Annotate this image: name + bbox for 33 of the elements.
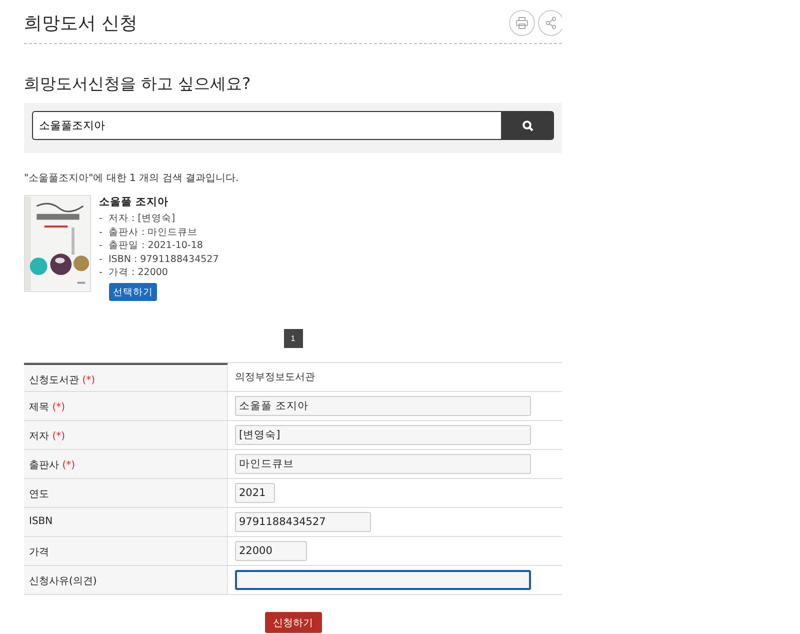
form-label: 신청사유(의견) [24, 566, 228, 594]
printer-icon [515, 16, 529, 30]
form-label: 신청도서관 (*) [24, 363, 228, 391]
input-field[interactable]: 마인드큐브 [235, 454, 531, 474]
form-label: 가격 [24, 537, 228, 565]
page-button[interactable]: 1 [284, 329, 302, 348]
form-label: ISBN [24, 508, 228, 536]
book-detail: - 가격 : 22000 [99, 266, 169, 280]
book-detail: - 저자 : [변영숙] [99, 212, 176, 226]
submit-button[interactable]: 신청하기 [264, 612, 322, 633]
search-field[interactable]: 소울풀조지아 [32, 111, 501, 140]
input-field[interactable]: [변영숙] [235, 425, 531, 445]
book-title: 소울풀 조지아 [99, 195, 170, 209]
book-detail: - 출판사 : 마인드큐브 [99, 226, 199, 239]
form-label: 제목 (*) [24, 392, 228, 420]
result-summary: "소울풀조지아"에 대한 1 개의 검색 결과입니다. [24, 172, 240, 185]
form-label: 저자 (*) [24, 421, 228, 449]
form-label: 출판사 (*) [24, 450, 228, 478]
book-detail: - ISBN : 9791188434527 [99, 252, 219, 266]
input-field[interactable]: 9791188434527 [235, 512, 371, 532]
book-detail: - 출판일 : 2021-10-18 [99, 239, 204, 252]
form-label: 연도 [24, 479, 228, 507]
input-field[interactable] [235, 570, 531, 590]
page-title: 희망도서 신청 [24, 12, 138, 34]
input-field[interactable]: 소울풀 조지아 [235, 396, 531, 416]
input-field[interactable]: 22000 [235, 541, 307, 561]
input-field[interactable]: 2021 [235, 483, 275, 503]
search-icon [522, 120, 534, 132]
share-icon [544, 16, 558, 30]
library-name: 의정부정보도서관 [235, 371, 315, 384]
section-heading: 희망도서신청을 하고 싶으세요? [24, 74, 252, 95]
search-button[interactable] [501, 111, 554, 140]
select-button[interactable]: 선택하기 [109, 283, 157, 301]
